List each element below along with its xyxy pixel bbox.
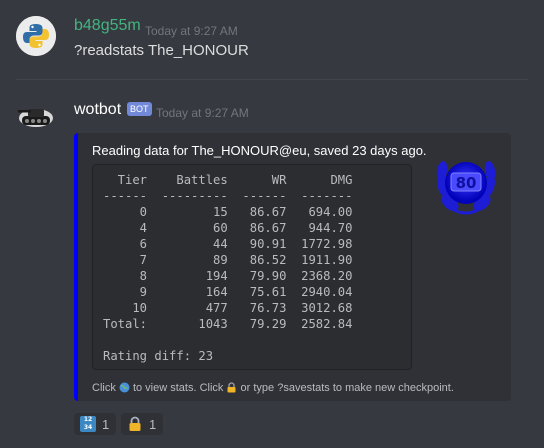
message-divider [16,79,528,80]
code-line: 4 60 86.67 944.70 [103,221,353,235]
tank-avatar-icon [16,96,56,136]
code-line: 9 164 75.61 2940.04 [103,285,353,299]
input-numbers-icon: 12 34 [80,416,96,432]
code-line: 10 477 76.73 3012.68 [103,301,353,315]
globe-icon [119,382,130,396]
reaction-numbers[interactable]: 12 34 1 [74,413,116,435]
bot-username[interactable]: wotbot [74,101,121,119]
code-line: ------ --------- ------ ------- [103,189,353,203]
reaction-lock[interactable]: 1 [121,413,163,435]
user-avatar[interactable] [16,16,56,56]
bot-tag: BOT [127,102,152,116]
timestamp: Today at 9:27 AM [156,106,249,120]
embed-thumbnail[interactable]: 80 [430,147,502,219]
embed: Reading data for The_HONOUR@eu, saved 23… [74,133,511,401]
message-text: ?readstats The_HONOUR [74,42,249,59]
rating-badge-icon: 80 [436,161,496,215]
username[interactable]: b48g55m [74,17,141,35]
footer-text-2: to view stats. Click [129,382,227,394]
timestamp: Today at 9:27 AM [145,24,238,38]
lock-icon [226,382,237,396]
code-line: 6 44 90.91 1772.98 [103,237,353,251]
badge-text: 80 [456,174,477,192]
stats-codeblock: Tier Battles WR DMG ------ --------- ----… [92,164,412,370]
code-line: Rating diff: 23 [103,349,214,363]
code-line: Total: 1043 79.29 2582.84 [103,317,353,331]
code-line: Tier Battles WR DMG [103,173,353,187]
python-logo-avatar-icon [16,16,56,56]
lock-icon [127,416,143,432]
code-line: 7 89 86.52 1911.90 [103,253,353,267]
code-line: 0 15 86.67 694.00 [103,205,353,219]
code-line: 8 194 79.90 2368.20 [103,269,353,283]
footer-text-3: or type ?savestats to make new checkpoin… [237,382,454,394]
footer-text-1: Click [92,382,119,394]
embed-footer: Click to view stats. Click or type ?save… [92,382,454,396]
bot-avatar[interactable] [16,96,56,136]
embed-description: Reading data for The_HONOUR@eu, saved 23… [92,143,427,158]
reaction-count: 1 [149,416,157,432]
reaction-count: 1 [102,416,110,432]
